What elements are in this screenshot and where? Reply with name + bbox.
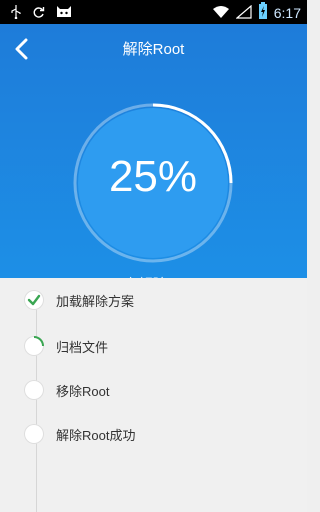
step-item-success: 解除Root成功 [24,422,135,446]
step-list: 加载解除方案 归档文件 移除Root 解除Root成功 [0,278,307,512]
pending-circle-icon [24,424,44,444]
header-panel: 解除Root 25% 正在解除Root [0,24,307,292]
step-item-load-plan: 加载解除方案 [24,288,134,312]
step-item-archive: 归档文件 [24,334,108,358]
status-left-icons [10,4,73,23]
status-bar: 6:17 [0,0,307,24]
status-right-icons: 6:17 [212,2,301,24]
wifi-icon [212,4,230,23]
spinner-icon [24,336,44,356]
step-label: 移除Root [56,383,110,399]
status-time: 6:17 [273,5,301,21]
page-title: 解除Root [122,41,185,58]
signal-icon [235,4,252,23]
battery-charging-icon [258,2,268,24]
check-icon [24,290,44,310]
cat-icon [55,4,73,23]
progress-percent: 25% [108,152,198,201]
step-label: 解除Root成功 [56,427,136,443]
step-item-remove-root: 移除Root [24,378,109,402]
timeline-line [36,300,37,512]
sync-icon [32,4,45,23]
usb-icon [10,4,22,23]
pending-circle-icon [24,380,44,400]
step-label: 加载解除方案 [56,293,135,309]
step-label: 归档文件 [56,339,109,355]
